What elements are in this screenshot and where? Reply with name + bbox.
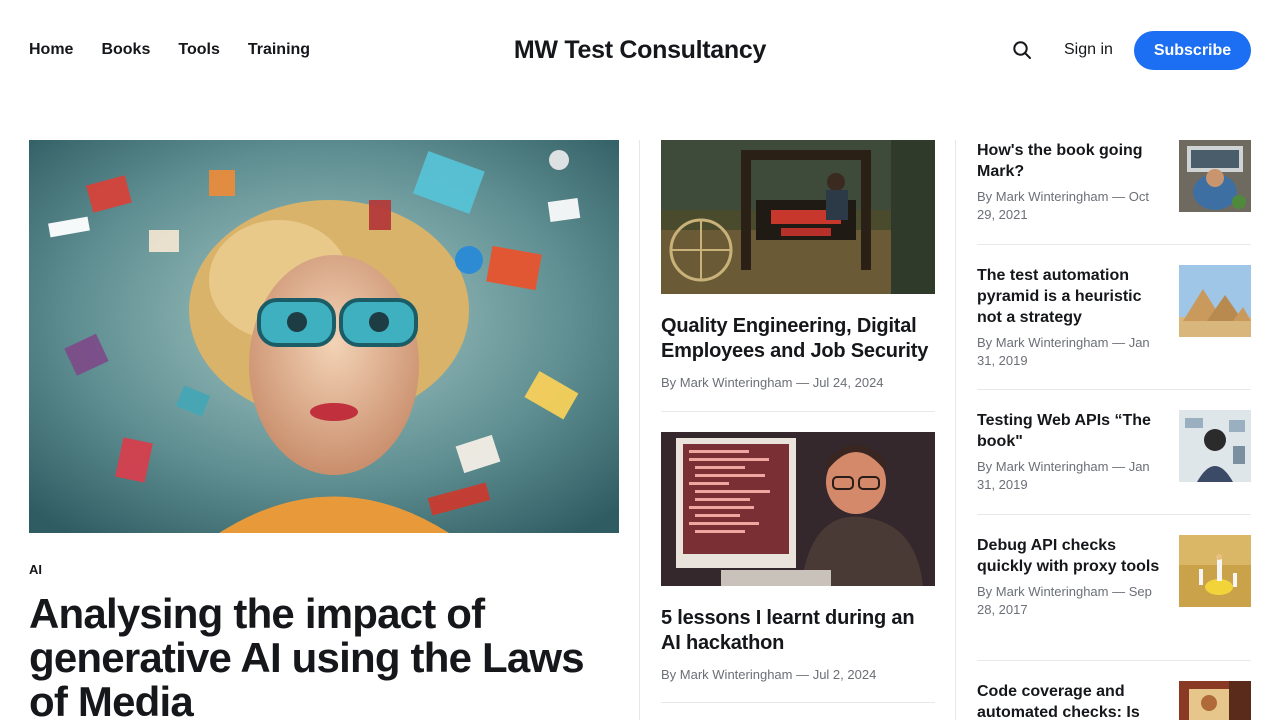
divider [977,389,1251,390]
sidebar-post[interactable]: Testing Web APIs “The book" By Mark Wint… [977,410,1251,494]
sidebar-post-title[interactable]: Code coverage and automated checks: Is [977,681,1162,720]
column-divider [639,140,640,720]
sidebar-post-title[interactable]: The test automation pyramid is a heurist… [977,265,1162,328]
sidebar-post[interactable]: The test automation pyramid is a heurist… [977,265,1251,370]
sidebar-post-thumbnail[interactable] [1179,535,1251,607]
hero-tag[interactable]: AI [29,562,42,577]
sidebar-post-thumbnail[interactable] [1179,140,1251,212]
column-divider [955,140,956,720]
sidebar-post[interactable]: How's the book going Mark? By Mark Winte… [977,140,1251,224]
sidebar-post[interactable]: Debug API checks quickly with proxy tool… [977,535,1251,619]
nav-books[interactable]: Books [101,38,150,62]
post-card[interactable]: Quality Engineering, Digital Employees a… [661,140,935,392]
nav-tools[interactable]: Tools [178,38,219,62]
sidebar-post-thumbnail[interactable] [1179,681,1251,720]
post-meta: By Mark Winteringham — Jul 24, 2024 [661,375,884,390]
post-card[interactable]: 5 lessons I learnt during an AI hackatho… [661,432,935,684]
whiteboard-thumbnail [1179,410,1251,482]
pyramid-thumbnail [1179,265,1251,337]
sidebar-post-meta: By Mark Winteringham — Sep 28, 2017 [977,584,1152,617]
main-nav: Home Books Tools Training [29,38,310,62]
sidebar-post-meta: By Mark Winteringham — Jan 31, 2019 [977,335,1150,368]
hero-illustration [29,140,619,533]
miniature-workers-thumbnail [1179,535,1251,607]
search-button[interactable] [1010,38,1034,62]
sidebar-post-title[interactable]: Testing Web APIs “The book" [977,410,1162,452]
divider [977,660,1251,661]
nav-training[interactable]: Training [248,38,310,62]
subscribe-button[interactable]: Subscribe [1134,31,1251,70]
hero-image[interactable] [29,140,619,533]
laptop-thumbnail [1179,140,1251,212]
site-header: Home Books Tools Training MW Test Consul… [0,0,1280,100]
post-image[interactable] [661,432,935,586]
post-image[interactable] [661,140,935,294]
divider [977,514,1251,515]
site-title[interactable]: MW Test Consultancy [514,36,766,64]
divider [977,244,1251,245]
search-icon [1013,41,1031,59]
signin-link[interactable]: Sign in [1064,38,1113,62]
nav-home[interactable]: Home [29,38,73,62]
sidebar-post[interactable]: Code coverage and automated checks: Is [977,681,1251,720]
sidebar-post-title[interactable]: Debug API checks quickly with proxy tool… [977,535,1162,577]
post-title[interactable]: Quality Engineering, Digital Employees a… [661,314,935,364]
sidebar-post-meta: By Mark Winteringham — Oct 29, 2021 [977,189,1149,222]
sidebar-post-thumbnail[interactable] [1179,265,1251,337]
hackathon-illustration [661,432,935,586]
sidebar-post-thumbnail[interactable] [1179,410,1251,482]
post-title[interactable]: 5 lessons I learnt during an AI hackatho… [661,606,935,656]
divider [661,411,935,412]
loom-illustration [661,140,935,294]
sidebar-post-meta: By Mark Winteringham — Jan 31, 2019 [977,459,1150,492]
hero-title[interactable]: Analysing the impact of generative AI us… [29,592,629,720]
post-meta: By Mark Winteringham — Jul 2, 2024 [661,667,877,682]
sidebar-post-title[interactable]: How's the book going Mark? [977,140,1162,182]
painting-thumbnail [1179,681,1251,720]
divider [661,702,935,703]
